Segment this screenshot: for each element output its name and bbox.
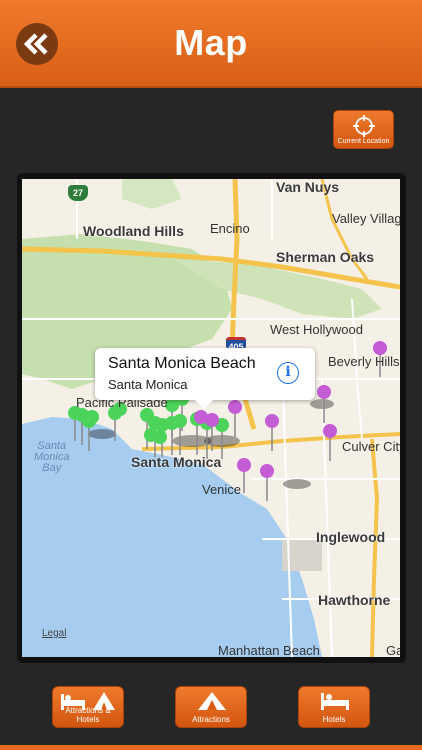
tent-icon xyxy=(198,692,226,710)
current-location-label: Current Location xyxy=(337,138,390,145)
bed-icon xyxy=(321,693,349,710)
route-27-shield: 27 xyxy=(68,185,88,201)
map-callout[interactable]: Santa Monica Beach Santa Monica i xyxy=(95,348,315,409)
map-label-santa-monica: Santa Monica xyxy=(131,454,222,470)
hotels-button[interactable]: Hotels xyxy=(298,686,370,728)
legal-link[interactable]: Legal xyxy=(42,628,66,639)
attractions-label: Attractions xyxy=(192,715,230,724)
map-label-beverly-hills: Beverly Hills xyxy=(328,354,400,369)
callout-subtitle: Santa Monica xyxy=(108,377,188,392)
map-label-santa-monica-bay: Santa Monica Bay xyxy=(34,440,70,474)
map-label-venice: Venice xyxy=(202,482,242,497)
map-label-encino: Encino xyxy=(210,221,250,236)
callout-title: Santa Monica Beach xyxy=(108,355,256,372)
map-label-west-hollywood: West Hollywood xyxy=(270,322,363,337)
map-label-hawthorne: Hawthorne xyxy=(318,592,391,608)
map-label-inglewood: Inglewood xyxy=(316,529,386,545)
map-label-valley-village: Valley Villag xyxy=(332,211,400,226)
map-label-van-nuys: Van Nuys xyxy=(276,179,340,195)
crosshair-icon xyxy=(353,115,375,137)
hotels-label: Hotels xyxy=(322,715,346,724)
info-icon[interactable]: i xyxy=(277,362,299,384)
map-label-culver-city: Culver City xyxy=(342,439,400,454)
attractions-hotels-button[interactable]: Attractions & Hotels xyxy=(52,686,124,728)
map-view[interactable]: 27 405 Van Nuys Woodland Hills Encino Va… xyxy=(22,179,400,657)
attractions-button[interactable]: Attractions xyxy=(175,686,247,728)
map-label-manhattan-beach: Manhattan Beach xyxy=(218,643,320,657)
current-location-button[interactable]: Current Location xyxy=(333,110,394,149)
header-bar: Map xyxy=(0,0,422,88)
map-label-edge: Ga xyxy=(386,643,400,657)
page-title: Map xyxy=(174,22,248,63)
map-label-sherman-oaks: Sherman Oaks xyxy=(276,249,375,265)
map-label-woodland-hills: Woodland Hills xyxy=(83,223,184,239)
attractions-hotels-label: Attractions & Hotels xyxy=(65,706,111,724)
bottom-accent-bar xyxy=(0,745,422,750)
